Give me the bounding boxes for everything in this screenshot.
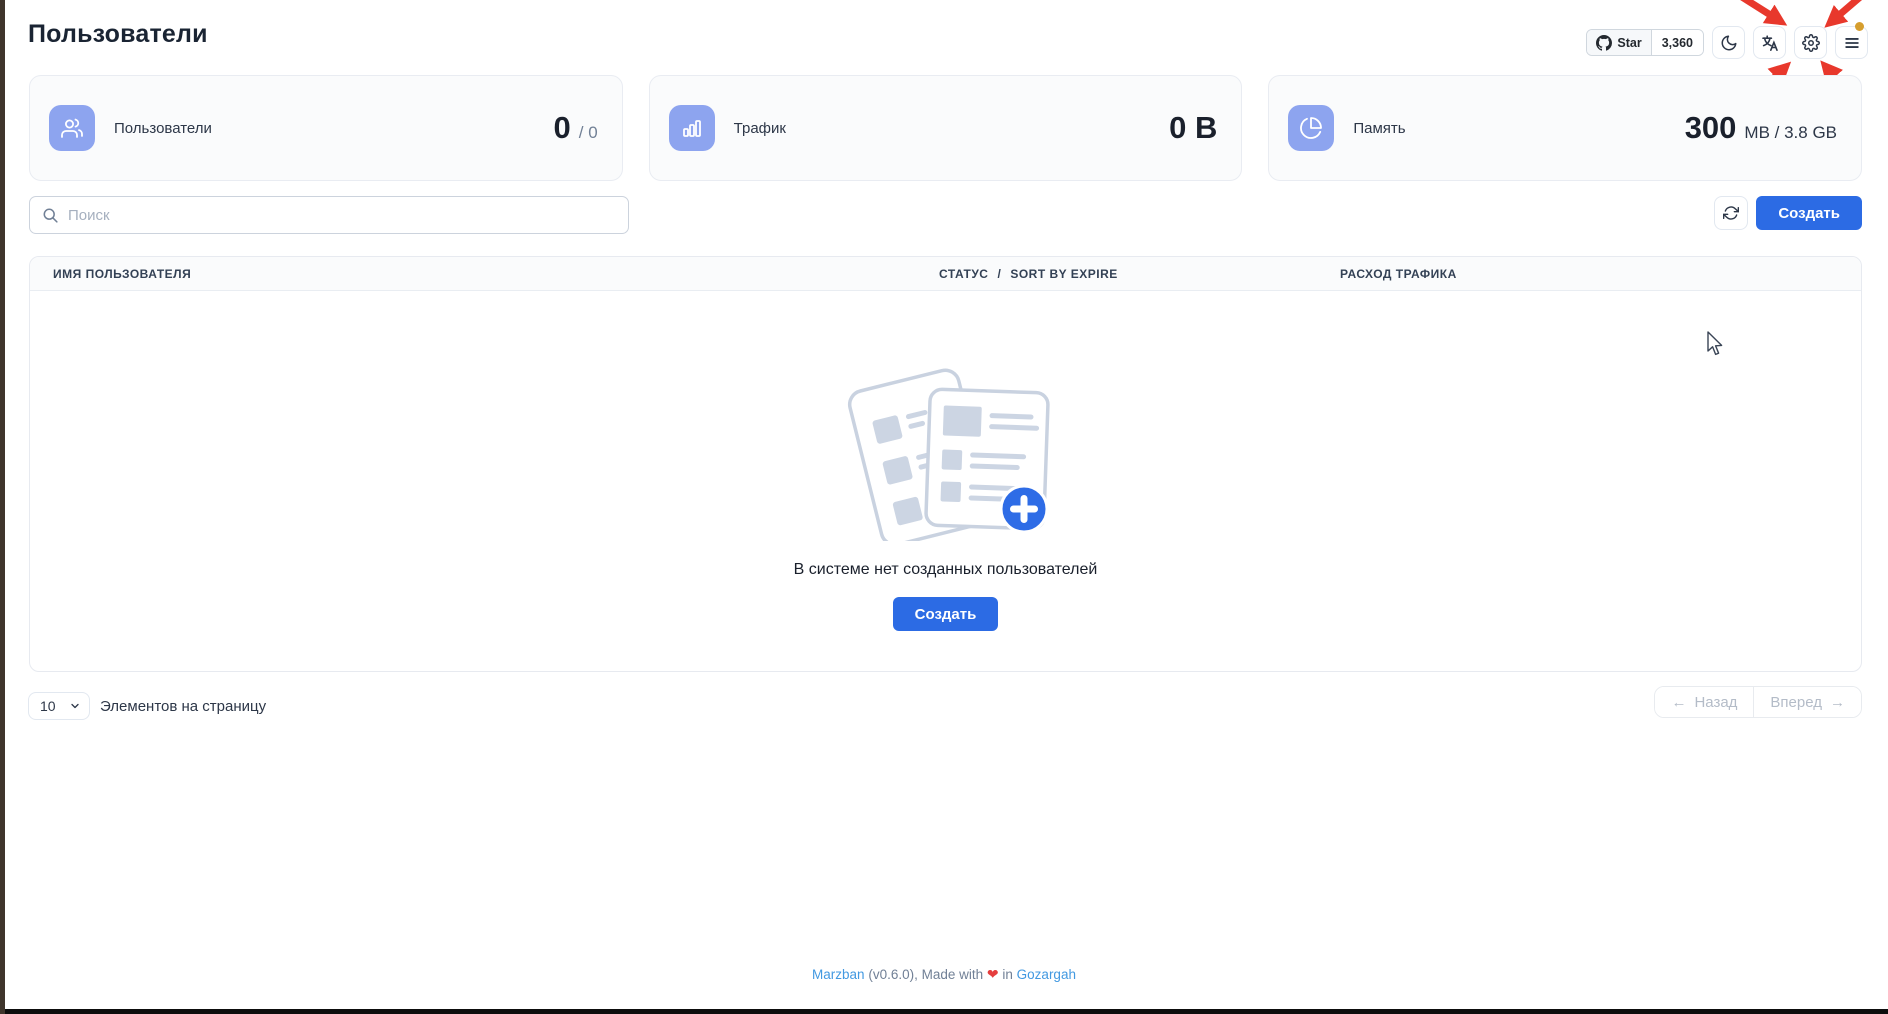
page-size-label: Элементов на страницу	[100, 692, 266, 720]
heart-icon: ❤	[987, 966, 999, 982]
toolbar-actions: Создать	[1714, 196, 1862, 230]
translate-icon	[1760, 33, 1780, 53]
bar-chart-icon	[680, 116, 704, 140]
window-left-edge	[0, 0, 5, 1014]
left-arrow-icon: ←	[1671, 694, 1686, 711]
pie-icon-tile	[1288, 105, 1334, 151]
arrow-top-right	[1838, 0, 1866, 16]
github-star-widget[interactable]: Star 3,360	[1586, 29, 1704, 56]
pagination-controls: ← Назад Вперед →	[1654, 686, 1862, 718]
page-size-select[interactable]: 10	[28, 692, 90, 720]
notification-dot	[1855, 22, 1864, 31]
column-header-username[interactable]: ИМЯ ПОЛЬЗОВАТЕЛЯ	[53, 257, 191, 291]
empty-state-message: В системе нет созданных пользователей	[794, 561, 1098, 579]
github-octocat-icon	[1596, 35, 1612, 51]
refresh-button[interactable]	[1714, 196, 1748, 230]
topbar: Star 3,360	[1586, 26, 1868, 59]
next-page-button[interactable]: Вперед →	[1753, 687, 1861, 717]
refresh-icon	[1723, 205, 1739, 221]
stat-card-label: Память	[1353, 120, 1405, 137]
stat-card-value: 300	[1685, 110, 1737, 146]
prev-page-button[interactable]: ← Назад	[1655, 687, 1753, 717]
arrow-top-left	[1734, 0, 1772, 16]
empty-state-create-button[interactable]: Создать	[893, 597, 999, 631]
column-header-status-expire[interactable]: СТАТУС / SORT BY EXPIRE	[939, 257, 1118, 291]
moon-icon	[1720, 34, 1738, 52]
search-icon	[42, 207, 59, 224]
hamburger-icon	[1843, 34, 1861, 52]
stat-card-suffix: / 0	[579, 123, 598, 143]
stat-card-value: 0 B	[1169, 110, 1217, 146]
footer-org-link[interactable]: Gozargah	[1017, 967, 1076, 982]
stat-card-users: Пользователи 0 / 0	[29, 75, 623, 181]
footer-in-text: in	[1002, 967, 1013, 982]
menu-button[interactable]	[1835, 26, 1868, 59]
stats-cards-row: Пользователи 0 / 0 Трафик 0 B Память 300…	[29, 75, 1862, 181]
footer: Marzban (v0.6.0), Made with ❤ in Gozarga…	[0, 966, 1888, 983]
users-icon	[60, 116, 84, 140]
add-badge-icon	[1001, 486, 1047, 532]
page-size-value: 10	[40, 698, 56, 714]
empty-state-illustration	[840, 349, 1052, 541]
search-input[interactable]	[68, 207, 616, 224]
table-empty-body: В системе нет созданных пользователей Со…	[30, 291, 1861, 672]
page-title: Пользователи	[28, 20, 208, 49]
github-star-button[interactable]: Star	[1587, 30, 1651, 55]
app-frame: Пользователи Star 3,360	[0, 0, 1888, 1014]
stat-card-suffix: MB / 3.8 GB	[1744, 123, 1837, 143]
stat-card-traffic: Трафик 0 B	[649, 75, 1243, 181]
create-button[interactable]: Создать	[1756, 196, 1862, 230]
github-star-count: 3,360	[1652, 30, 1703, 55]
chevron-down-icon	[69, 700, 81, 712]
right-arrow-icon: →	[1830, 694, 1845, 711]
users-icon-tile	[49, 105, 95, 151]
gear-icon	[1802, 34, 1820, 52]
header-separator: /	[997, 267, 1001, 281]
footer-brand-link[interactable]: Marzban	[812, 967, 865, 982]
language-button[interactable]	[1753, 26, 1786, 59]
pie-chart-icon	[1299, 116, 1323, 140]
chart-icon-tile	[669, 105, 715, 151]
window-bottom-edge	[5, 1009, 1888, 1014]
sort-by-expire-label[interactable]: SORT BY EXPIRE	[1010, 267, 1117, 281]
status-header-label[interactable]: СТАТУС	[939, 267, 988, 281]
footer-version-text: (v0.6.0), Made with	[868, 967, 983, 982]
settings-button[interactable]	[1794, 26, 1827, 59]
github-star-label: Star	[1617, 36, 1641, 50]
stat-card-label: Трафик	[734, 120, 786, 137]
table-header-row: ИМЯ ПОЛЬЗОВАТЕЛЯ СТАТУС / SORT BY EXPIRE…	[30, 257, 1861, 291]
column-header-traffic[interactable]: РАСХОД ТРАФИКА	[1340, 257, 1457, 291]
stat-card-value: 0	[554, 110, 571, 146]
search-box	[29, 196, 629, 234]
theme-toggle-button[interactable]	[1712, 26, 1745, 59]
users-table: ИМЯ ПОЛЬЗОВАТЕЛЯ СТАТУС / SORT BY EXPIRE…	[29, 256, 1862, 672]
stat-card-label: Пользователи	[114, 120, 212, 137]
stat-card-memory: Память 300 MB / 3.8 GB	[1268, 75, 1862, 181]
